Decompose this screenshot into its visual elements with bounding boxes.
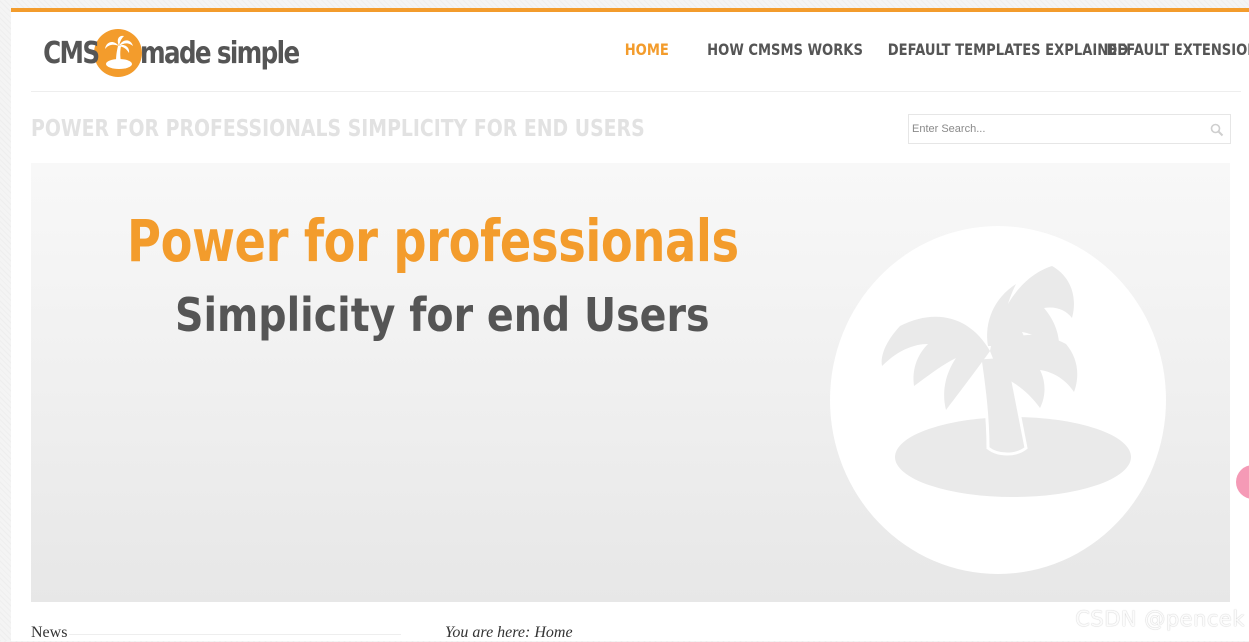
site-logo[interactable]: CMS made simple <box>31 29 334 77</box>
nav-item-default-extensions[interactable]: Default Extensions <box>1106 40 1249 59</box>
search-box <box>908 114 1231 144</box>
hero-banner: Power for professionals Simplicity for e… <box>31 163 1230 602</box>
watermark: CSDN @pencek <box>1075 607 1245 631</box>
page: CMS made simple Home How CMSMS Works Def… <box>11 8 1249 641</box>
breadcrumb: You are here: Home <box>445 624 573 642</box>
banner-heading: Power for professionals <box>127 207 739 275</box>
nav-item-how-cmsms-works[interactable]: How CMSMS Works <box>707 40 863 59</box>
nav-item-default-templates[interactable]: Default Templates Explained <box>888 40 1128 59</box>
logo-text-made-simple: made simple <box>140 35 300 71</box>
header-divider <box>31 91 1241 92</box>
palm-island-icon <box>830 226 1166 574</box>
main-nav: Home How CMSMS Works Default Templates E… <box>611 40 1249 60</box>
search-input[interactable] <box>909 115 1202 143</box>
news-heading: News <box>31 624 68 641</box>
search-icon[interactable] <box>1210 123 1224 137</box>
news-divider <box>69 634 401 635</box>
nav-item-home[interactable]: Home <box>625 40 669 59</box>
banner-subheading: Simplicity for end Users <box>175 288 710 342</box>
logo-text-cms: CMS <box>43 35 100 71</box>
page-tagline: Power for professionals Simplicity for e… <box>31 116 645 142</box>
palm-logo-icon <box>94 29 143 77</box>
breadcrumb-current: Home <box>534 624 573 641</box>
breadcrumb-prefix: You are here: <box>445 624 531 641</box>
